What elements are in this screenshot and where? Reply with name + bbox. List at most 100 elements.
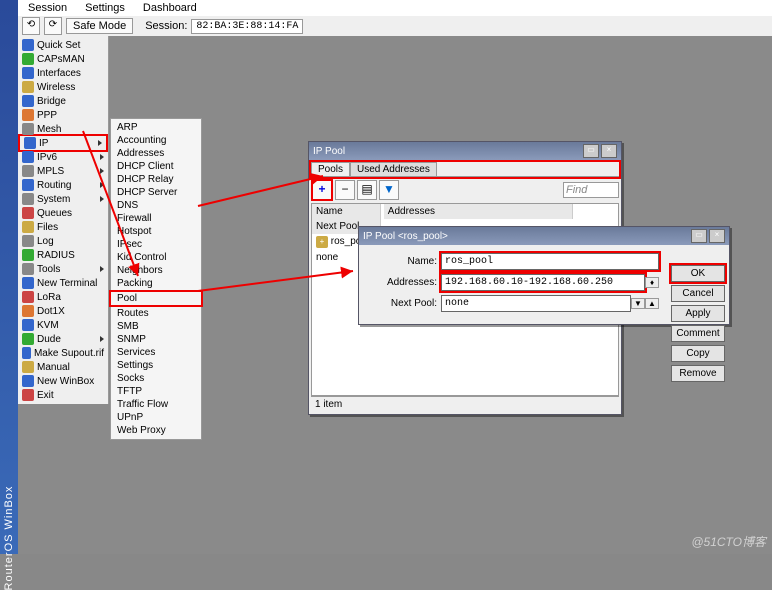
- sidebar-label: Interfaces: [37, 68, 81, 79]
- safe-mode-button[interactable]: Safe Mode: [66, 18, 133, 34]
- submenu-item-accounting[interactable]: Accounting: [111, 134, 201, 147]
- submenu-item-routes[interactable]: Routes: [111, 307, 201, 320]
- up-icon[interactable]: ▲: [645, 298, 659, 309]
- undo-button[interactable]: ⟲: [22, 17, 40, 35]
- copy-button[interactable]: Copy: [671, 345, 725, 362]
- sidebar-item-bridge[interactable]: Bridge: [18, 94, 108, 108]
- menu-icon: [22, 81, 34, 93]
- sidebar-item-dot1x[interactable]: Dot1X: [18, 304, 108, 318]
- tab-pools[interactable]: Pools: [311, 162, 350, 176]
- sidebar-item-dude[interactable]: Dude: [18, 332, 108, 346]
- find-input[interactable]: Find: [563, 182, 619, 198]
- ok-button[interactable]: OK: [671, 265, 725, 282]
- funnel-icon[interactable]: ▼: [379, 180, 399, 200]
- apply-button[interactable]: Apply: [671, 305, 725, 322]
- menu-icon: [24, 137, 36, 149]
- submenu-item-traffic-flow[interactable]: Traffic Flow: [111, 398, 201, 411]
- sidebar-item-new-winbox[interactable]: New WinBox: [18, 374, 108, 388]
- dropdown-icon[interactable]: ▼: [631, 298, 645, 309]
- sidebar-item-exit[interactable]: Exit: [18, 388, 108, 402]
- submenu-item-firewall[interactable]: Firewall: [111, 212, 201, 225]
- sidebar-label: Make Supout.rif: [34, 348, 104, 359]
- close-icon[interactable]: ×: [601, 144, 617, 158]
- next-pool-select[interactable]: none: [441, 295, 631, 312]
- submenu-item-hotspot[interactable]: Hotspot: [111, 225, 201, 238]
- menu-icon: [22, 333, 34, 345]
- submenu-item-pool[interactable]: Pool: [109, 290, 203, 307]
- cancel-button[interactable]: Cancel: [671, 285, 725, 302]
- menu-icon: [22, 389, 34, 401]
- col-name[interactable]: Name: [312, 204, 381, 219]
- submenu-item-dhcp-server[interactable]: DHCP Server: [111, 186, 201, 199]
- sidebar-item-queues[interactable]: Queues: [18, 206, 108, 220]
- window-toolbar: + − ▤ ▼ Find: [311, 179, 619, 201]
- name-input[interactable]: ros_pool: [441, 253, 659, 270]
- sidebar-label: Dude: [37, 334, 61, 345]
- sidebar-item-radius[interactable]: RADIUS: [18, 248, 108, 262]
- tab-used-addresses[interactable]: Used Addresses: [350, 162, 437, 176]
- sidebar-label: PPP: [37, 110, 57, 121]
- window-title: IP Pool: [313, 146, 345, 157]
- submenu-item-neighbors[interactable]: Neighbors: [111, 264, 201, 277]
- minimize-icon[interactable]: ▭: [691, 229, 707, 243]
- sidebar-item-files[interactable]: Files: [18, 220, 108, 234]
- submenu-item-snmp[interactable]: SNMP: [111, 333, 201, 346]
- submenu-item-socks[interactable]: Socks: [111, 372, 201, 385]
- remove-button[interactable]: −: [335, 180, 355, 200]
- submenu-item-dns[interactable]: DNS: [111, 199, 201, 212]
- sidebar-item-kvm[interactable]: KVM: [18, 318, 108, 332]
- sidebar-item-make-supout-rif[interactable]: Make Supout.rif: [18, 346, 108, 360]
- session-label: Session:: [145, 20, 187, 32]
- submenu-item-services[interactable]: Services: [111, 346, 201, 359]
- addresses-input[interactable]: 192.168.60.10-192.168.60.250: [441, 274, 645, 291]
- add-button[interactable]: +: [311, 179, 333, 201]
- submenu-item-ipsec[interactable]: IPsec: [111, 238, 201, 251]
- menu-session[interactable]: Session: [24, 2, 71, 14]
- submenu-item-web-proxy[interactable]: Web Proxy: [111, 424, 201, 437]
- comment-button[interactable]: Comment: [671, 325, 725, 342]
- sidebar-item-system[interactable]: System: [18, 192, 108, 206]
- submenu-item-smb[interactable]: SMB: [111, 320, 201, 333]
- sidebar-item-log[interactable]: Log: [18, 234, 108, 248]
- sidebar-item-routing[interactable]: Routing: [18, 178, 108, 192]
- ip-submenu: ARPAccountingAddressesDHCP ClientDHCP Re…: [110, 118, 202, 440]
- menu-dashboard[interactable]: Dashboard: [139, 2, 201, 14]
- submenu-item-upnp[interactable]: UPnP: [111, 411, 201, 424]
- sidebar-item-interfaces[interactable]: Interfaces: [18, 66, 108, 80]
- submenu-item-kid-control[interactable]: Kid Control: [111, 251, 201, 264]
- remove-button[interactable]: Remove: [671, 365, 725, 382]
- sidebar-item-ppp[interactable]: PPP: [18, 108, 108, 122]
- submenu-item-addresses[interactable]: Addresses: [111, 147, 201, 160]
- col-addresses[interactable]: Addresses: [384, 204, 573, 219]
- sidebar-item-new-terminal[interactable]: New Terminal: [18, 276, 108, 290]
- sidebar-label: Quick Set: [37, 40, 80, 51]
- sidebar-label: New WinBox: [37, 376, 94, 387]
- sidebar-item-manual[interactable]: Manual: [18, 360, 108, 374]
- redo-button[interactable]: ⟳: [44, 17, 62, 35]
- submenu-item-arp[interactable]: ARP: [111, 121, 201, 134]
- sidebar-item-wireless[interactable]: Wireless: [18, 80, 108, 94]
- window-titlebar[interactable]: IP Pool ▭ ×: [309, 142, 621, 160]
- sidebar-item-quick-set[interactable]: Quick Set: [18, 38, 108, 52]
- menu-icon: [22, 277, 34, 289]
- sidebar-label: KVM: [37, 320, 59, 331]
- menu-settings[interactable]: Settings: [81, 2, 129, 14]
- sidebar-item-mpls[interactable]: MPLS: [18, 164, 108, 178]
- submenu-item-dhcp-client[interactable]: DHCP Client: [111, 160, 201, 173]
- close-icon[interactable]: ×: [709, 229, 725, 243]
- submenu-item-dhcp-relay[interactable]: DHCP Relay: [111, 173, 201, 186]
- sidebar-item-ipv6[interactable]: IPv6: [18, 150, 108, 164]
- filter-button[interactable]: ▤: [357, 180, 377, 200]
- submenu-item-tftp[interactable]: TFTP: [111, 385, 201, 398]
- sidebar-item-tools[interactable]: Tools: [18, 262, 108, 276]
- sidebar-item-lora[interactable]: LoRa: [18, 290, 108, 304]
- sidebar-item-capsman[interactable]: CAPsMAN: [18, 52, 108, 66]
- chevron-right-icon: [100, 336, 104, 342]
- submenu-item-settings[interactable]: Settings: [111, 359, 201, 372]
- minimize-icon[interactable]: ▭: [583, 144, 599, 158]
- window-titlebar[interactable]: IP Pool <ros_pool> ▭ ×: [359, 227, 729, 245]
- spinner-icon[interactable]: ♦: [645, 277, 659, 288]
- toolbar: ⟲ ⟳ Safe Mode Session: 82:BA:3E:88:14:FA: [18, 16, 772, 37]
- name-label: Name:: [367, 256, 441, 267]
- submenu-item-packing[interactable]: Packing: [111, 277, 201, 290]
